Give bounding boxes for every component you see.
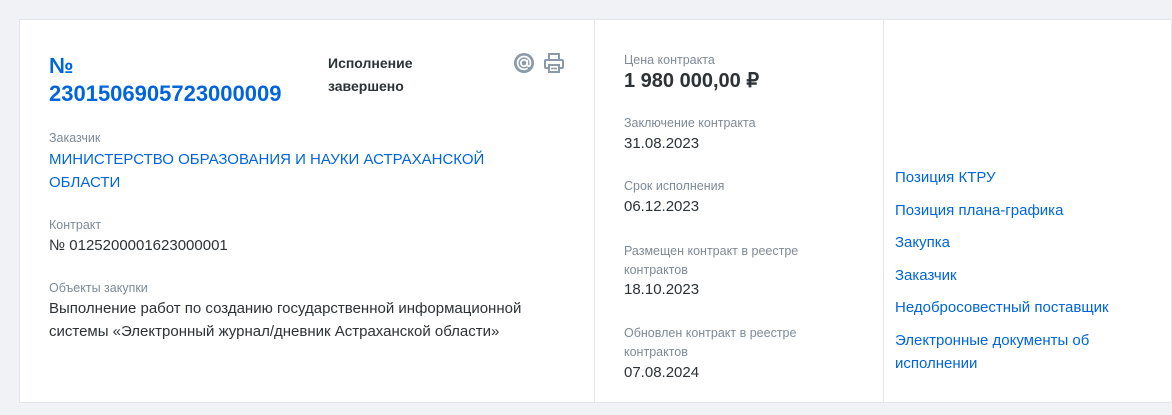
contract-main-column: № 2301506905723000009 Исполнение заверше… [20,20,595,402]
link-ktru-position[interactable]: Позиция КТРУ [895,166,1135,189]
link-execution-documents[interactable]: Электронные документы об исполнении [895,329,1135,375]
contract-card: № 2301506905723000009 Исполнение заверше… [19,19,1172,403]
registry-number: 2301506905723000009 [49,81,282,106]
contract-price: 1 980 000,00 ₽ [624,70,760,92]
conclusion-date: 31.08.2023 [624,135,700,152]
published-date-label: Размещен контракт в реестре контрактов [624,244,799,277]
price-label: Цена контракта [624,53,715,67]
contract-status: Исполнение завершено [328,55,413,94]
link-customer[interactable]: Заказчик [895,264,1135,287]
related-links-column: Позиция КТРУ Позиция плана-графика Закуп… [884,20,1171,402]
at-sign-icon[interactable] [513,52,535,74]
updated-date-label: Обновлен контракт в реестре контрактов [624,326,797,359]
contract-dates-column: Цена контракта 1 980 000,00 ₽ Заключение… [595,20,884,402]
execution-date-label: Срок исполнения [624,179,725,193]
execution-date: 06.12.2023 [624,198,700,215]
link-unfair-supplier[interactable]: Недобросовестный поставщик [895,296,1135,319]
purchase-objects-label: Объекты закупки [49,281,148,295]
purchase-objects-value: Выполнение работ по созданию государстве… [49,300,522,340]
customer-link[interactable]: МИНИСТЕРСТВО ОБРАЗОВАНИЯ И НАУКИ АСТРАХА… [49,148,519,194]
link-purchase[interactable]: Закупка [895,231,1135,254]
published-date: 18.10.2023 [624,281,700,298]
customer-label: Заказчик [49,131,101,145]
contract-registry-number-link[interactable]: № 2301506905723000009 [49,52,309,108]
registry-number-prefix: № [49,53,74,78]
conclusion-date-label: Заключение контракта [624,116,756,130]
related-links: Позиция КТРУ Позиция плана-графика Закуп… [895,166,1135,384]
link-plan-schedule-position[interactable]: Позиция плана-графика [895,199,1135,222]
printer-icon[interactable] [543,52,565,74]
contract-number: № 0125200001623000001 [49,237,228,254]
updated-date: 07.08.2024 [624,364,700,381]
card-actions [513,52,565,74]
contract-label: Контракт [49,218,102,232]
